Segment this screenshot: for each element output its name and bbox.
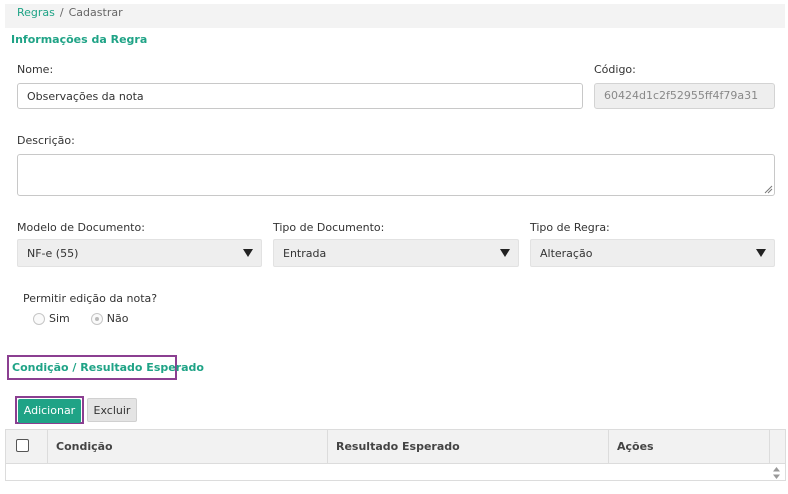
- grid-col-resultado[interactable]: Resultado Esperado: [328, 430, 609, 464]
- tipo-doc-select-value: Entrada: [283, 247, 327, 260]
- breadcrumb-current: Cadastrar: [68, 6, 123, 19]
- chevron-down-icon: [243, 249, 253, 257]
- radio-sim-label: Sim: [49, 312, 70, 325]
- delete-button[interactable]: Excluir: [87, 398, 137, 422]
- section-title-condition: Condição / Resultado Esperado: [12, 361, 204, 374]
- radio-sim[interactable]: [33, 312, 45, 325]
- scroll-arrows-icon[interactable]: [772, 466, 781, 480]
- condition-grid: Condição Resultado Esperado Ações: [5, 429, 786, 481]
- add-button[interactable]: Adicionar: [18, 399, 81, 423]
- grid-select-all-cell: [6, 430, 48, 464]
- permitir-radio-group: Sim Não: [33, 312, 128, 325]
- tipo-doc-label: Tipo de Documento:: [273, 221, 385, 234]
- codigo-field: 60424d1c2f52955ff4f79a31: [594, 83, 775, 109]
- tipo-doc-select[interactable]: Entrada: [273, 239, 519, 267]
- nome-label: Nome:: [17, 63, 54, 76]
- tipo-regra-label: Tipo de Regra:: [530, 221, 610, 234]
- grid-col-acoes[interactable]: Ações: [609, 430, 770, 464]
- breadcrumb-bar: Regras / Cadastrar: [5, 4, 785, 28]
- radio-nao-label: Não: [106, 312, 129, 325]
- modelo-label: Modelo de Documento:: [17, 221, 145, 234]
- descricao-textarea[interactable]: [17, 154, 775, 196]
- breadcrumb-separator: /: [59, 6, 64, 19]
- modelo-select-value: NF-e (55): [27, 247, 79, 260]
- breadcrumb: Regras / Cadastrar: [17, 6, 123, 19]
- permitir-label: Permitir edição da nota?: [23, 292, 158, 305]
- resize-grip-icon[interactable]: [764, 185, 773, 194]
- descricao-label: Descrição:: [17, 134, 75, 147]
- codigo-label: Código:: [594, 63, 636, 76]
- radio-nao[interactable]: [90, 312, 103, 325]
- select-all-checkbox[interactable]: [16, 439, 29, 452]
- grid-col-condicao[interactable]: Condição: [48, 430, 328, 464]
- section-title-info: Informações da Regra: [11, 33, 148, 46]
- tipo-regra-select[interactable]: Alteração: [530, 239, 775, 267]
- nome-input[interactable]: [17, 83, 583, 109]
- chevron-down-icon: [756, 249, 766, 257]
- chevron-down-icon: [500, 249, 510, 257]
- breadcrumb-link-regras[interactable]: Regras: [17, 6, 55, 19]
- modelo-select[interactable]: NF-e (55): [17, 239, 262, 267]
- tipo-regra-select-value: Alteração: [540, 247, 593, 260]
- grid-header: Condição Resultado Esperado Ações: [6, 430, 785, 464]
